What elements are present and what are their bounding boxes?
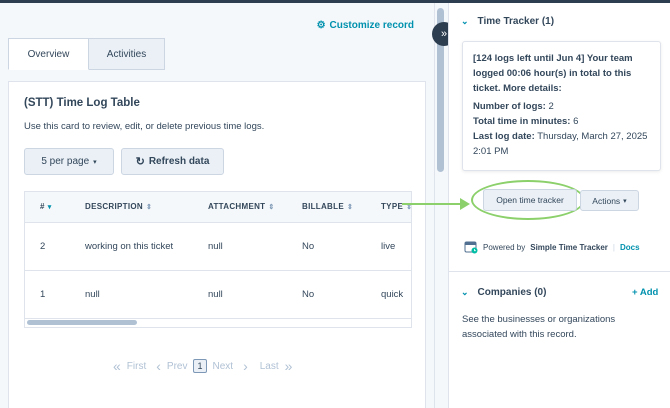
cell-type: live [381, 241, 396, 252]
column-header-label: BILLABLE [302, 202, 344, 211]
cell-number: 1 [40, 289, 46, 300]
powered-prefix: Powered by [483, 242, 526, 252]
record-tabs: Overview Activities [8, 38, 165, 70]
separator: | [612, 242, 615, 252]
docs-link[interactable]: Docs [620, 243, 640, 252]
right-sidebar: ⌄ Time Tracker (1) [124 logs left until … [448, 3, 670, 408]
cell-billable: No [302, 241, 315, 252]
summary-text: [124 logs left until Jun 4] Your team lo… [473, 53, 633, 94]
cell-description: null [85, 289, 100, 300]
powered-app-name: Simple Time Tracker [530, 242, 608, 252]
table-row[interactable]: 1 null null No quick [25, 271, 411, 319]
annotation-arrow [402, 198, 470, 210]
time-log-table: # ▾ DESCRIPTION ⇕ ATTACHMENT ⇕ BILLABLE … [24, 191, 412, 328]
cell-type: quick [381, 289, 404, 300]
per-page-dropdown[interactable]: 5 per page ▾ [24, 148, 114, 175]
first-page-link[interactable]: First [127, 361, 146, 372]
section-title: Time Tracker (1) [477, 16, 555, 27]
chevron-down-icon: ⌄ [461, 16, 469, 26]
tab-overview[interactable]: Overview [8, 38, 89, 70]
section-divider [449, 271, 670, 272]
column-header-label: ATTACHMENT [208, 202, 266, 211]
stat-label: Last log date: [473, 131, 535, 142]
main-panel: ⚙ Customize record Overview Activities (… [0, 3, 434, 408]
per-page-label: 5 per page [41, 156, 90, 167]
caret-down-icon: ▾ [623, 197, 627, 205]
tab-activities[interactable]: Activities [89, 38, 165, 70]
total-time: Total time in minutes: 6 [473, 114, 650, 129]
prev-page-link[interactable]: Prev [167, 361, 188, 372]
stat-value: 2 [548, 101, 554, 112]
time-tracker-section-header[interactable]: ⌄ Time Tracker (1) [461, 16, 554, 27]
last-page-link[interactable]: Last [260, 361, 279, 372]
refresh-data-label: Refresh data [148, 156, 210, 167]
sort-icon: ⇕ [268, 203, 275, 211]
cell-attachment: null [208, 241, 223, 252]
stat-value: 6 [573, 116, 579, 127]
add-company-link[interactable]: + Add [632, 287, 658, 298]
table-header: # ▾ DESCRIPTION ⇕ ATTACHMENT ⇕ BILLABLE … [25, 192, 411, 223]
column-header-attachment[interactable]: ATTACHMENT ⇕ [208, 202, 275, 211]
last-page-icon[interactable]: » [285, 358, 293, 374]
chevron-down-icon: ⌄ [461, 287, 469, 297]
column-header-label: # [40, 202, 45, 211]
sort-desc-icon: ▾ [47, 203, 52, 211]
refresh-data-button[interactable]: ↻ Refresh data [121, 148, 224, 175]
actions-label: Actions [592, 195, 621, 206]
double-chevron-right-icon: » [440, 28, 448, 40]
last-log-date: Last log date: Thursday, March 27, 2025 … [473, 129, 650, 159]
open-time-tracker-button[interactable]: Open time tracker [483, 189, 577, 211]
companies-description: See the businesses or organizations asso… [462, 314, 616, 340]
time-log-card: (STT) Time Log Table Use this card to re… [8, 81, 426, 408]
card-title: (STT) Time Log Table [24, 97, 140, 109]
table-row[interactable]: 2 working on this ticket null No live [25, 223, 411, 271]
customize-record-label: Customize record [329, 20, 414, 31]
stat-label: Total time in minutes: [473, 116, 571, 127]
calendar-clock-icon [464, 241, 478, 254]
pagination: « First ‹ Prev 1 Next › Last » [113, 358, 292, 374]
refresh-icon: ↻ [135, 156, 145, 168]
card-description: Use this card to review, edit, or delete… [24, 121, 265, 132]
caret-down-icon: ▾ [93, 158, 97, 166]
cell-description: working on this ticket [85, 241, 174, 252]
powered-by: Powered by Simple Time Tracker | Docs [464, 240, 640, 254]
column-header-description[interactable]: DESCRIPTION ⇕ [85, 202, 152, 211]
number-of-logs: Number of logs: 2 [473, 99, 650, 114]
first-page-icon[interactable]: « [113, 358, 121, 374]
section-title: Companies (0) [477, 287, 547, 298]
current-page[interactable]: 1 [193, 359, 207, 373]
sort-icon: ⇕ [145, 203, 153, 211]
cell-number: 2 [40, 241, 46, 252]
customize-record-link[interactable]: ⚙ Customize record [317, 20, 414, 31]
horizontal-scrollbar[interactable] [27, 320, 137, 325]
actions-dropdown[interactable]: Actions ▾ [580, 190, 639, 211]
sort-icon: ⇕ [346, 203, 354, 211]
cell-attachment: null [208, 289, 223, 300]
column-header-label: DESCRIPTION [85, 202, 143, 211]
stat-label: Number of logs: [473, 101, 546, 112]
cell-billable: No [302, 289, 315, 300]
next-page-link[interactable]: Next [213, 361, 234, 372]
column-header-number[interactable]: # ▾ [40, 202, 52, 211]
next-page-icon[interactable]: › [243, 358, 248, 374]
gear-icon: ⚙ [316, 20, 326, 31]
companies-section-header[interactable]: ⌄ Companies (0) [461, 287, 546, 298]
column-header-billable[interactable]: BILLABLE ⇕ [302, 202, 353, 211]
prev-page-icon[interactable]: ‹ [156, 358, 161, 374]
time-tracker-summary: [124 logs left until Jun 4] Your team lo… [462, 41, 661, 171]
